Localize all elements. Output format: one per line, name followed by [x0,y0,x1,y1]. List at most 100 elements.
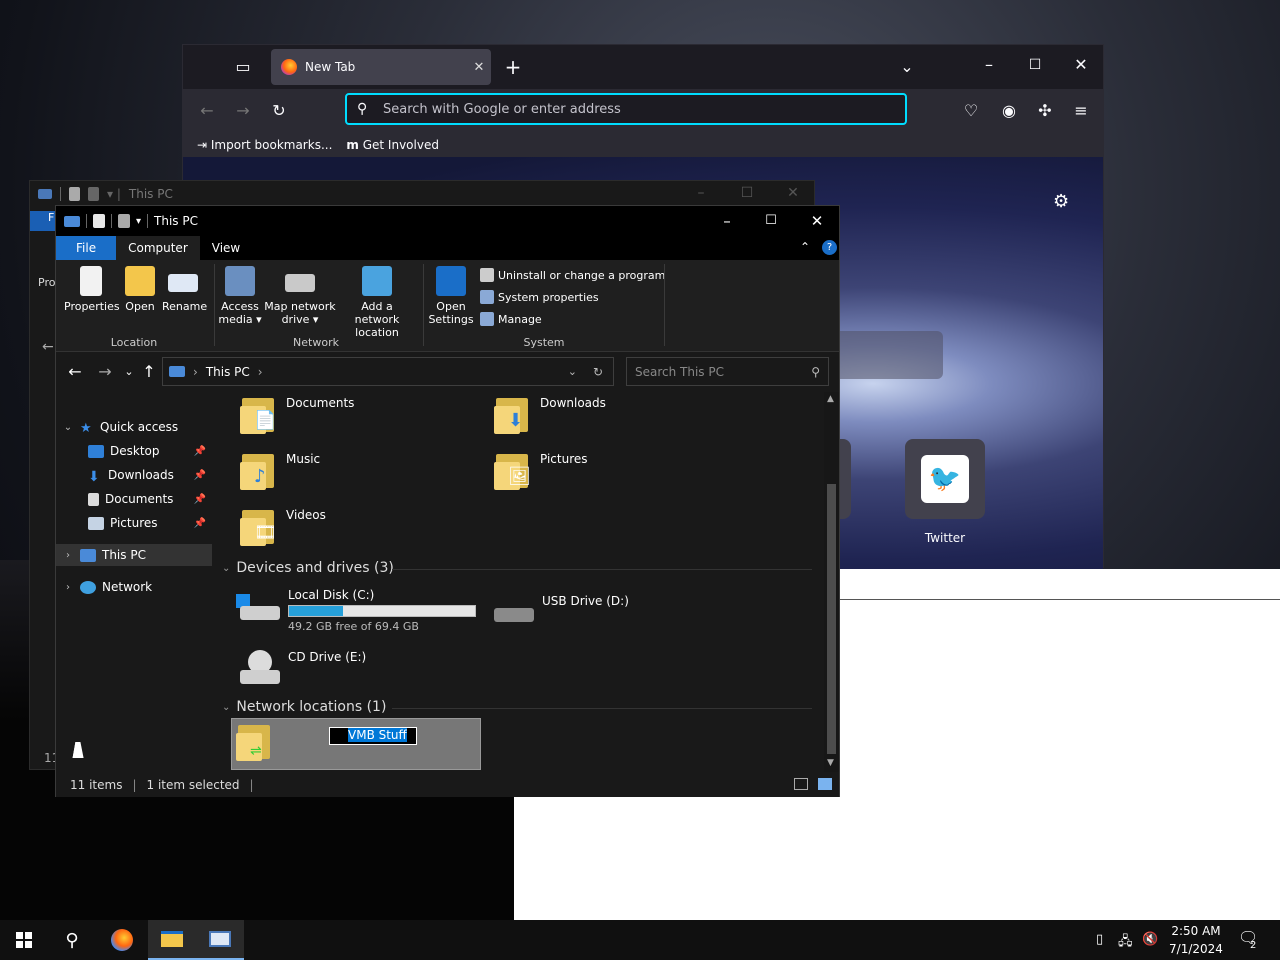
system-properties-button[interactable]: System properties [480,290,599,304]
new-tab-icon[interactable]: + [501,55,525,79]
address-bar[interactable]: › This PC › ⌄ ↻ [162,357,614,386]
folder-pictures[interactable]: 🖼 Pictures [494,452,588,490]
drive-e[interactable]: CD Drive (E:) [236,650,366,686]
star-icon: ★ [80,420,92,436]
scroll-thumb[interactable] [827,484,836,754]
minimize-icon[interactable]: – [977,53,1001,77]
map-network-drive-button[interactable]: Map network drive ▾ [264,266,336,326]
nav-pictures[interactable]: Pictures 📌 [56,512,212,534]
reload-icon[interactable]: ↻ [267,99,291,123]
details-view-icon[interactable] [794,778,808,790]
newtab-search-box[interactable] [833,331,943,379]
collapse-ribbon-icon[interactable]: ⌃ [800,240,810,254]
tab-overview-icon[interactable]: ▭ [231,55,255,79]
minimize-icon[interactable]: – [704,206,750,236]
scrollbar[interactable]: ▲ ▼ [824,392,839,772]
nav-downloads[interactable]: ⬇ Downloads 📌 [56,464,212,486]
maximize-icon[interactable]: ☐ [1023,53,1047,77]
start-button[interactable] [0,920,48,960]
add-network-location-button[interactable]: Add a network location [338,266,416,339]
forward-icon[interactable]: → [231,99,255,123]
network-tray-icon[interactable]: 🖧 [1118,932,1133,954]
new-folder-icon[interactable] [118,214,130,228]
pin-icon: 📌 [193,445,206,457]
search-icon[interactable]: ⚲ [48,920,96,960]
rename-button[interactable]: Rename [162,266,207,313]
pocket-icon[interactable]: ♡ [959,99,983,123]
taskbar-firefox[interactable] [98,920,146,960]
nav-network[interactable]: › Network [56,576,212,598]
properties-button[interactable]: Properties [64,266,120,313]
nav-this-pc[interactable]: › This PC [56,544,212,566]
folder-videos[interactable]: 🎞 Videos [240,508,326,546]
maximize-icon[interactable]: ☐ [748,206,794,236]
section-devices[interactable]: ⌄ Devices and drives (3) [222,560,812,576]
properties-icon[interactable] [93,214,105,228]
account-icon[interactable]: ◉ [997,99,1021,123]
chevron-down-icon[interactable]: ⌄ [222,563,230,574]
help-icon[interactable]: ? [822,240,837,255]
chevron-right-icon[interactable]: › [62,550,74,561]
close-icon[interactable]: ✕ [770,185,816,201]
tab-new-tab[interactable]: New Tab ✕ [271,49,491,85]
up-icon[interactable]: ↑ [138,362,160,381]
scroll-down-icon[interactable]: ▼ [827,758,834,768]
folder-music[interactable]: ♪ Music [240,452,320,490]
usb-tray-icon[interactable]: ▯ [1096,932,1103,947]
back-icon[interactable]: ← [64,362,86,381]
clock[interactable]: 2:50 AM 7/1/2024 [1166,922,1226,958]
folder-documents[interactable]: 📄 Documents [240,396,354,434]
taskbar-file-explorer[interactable] [148,920,196,960]
close-tab-icon[interactable]: ✕ [467,60,491,75]
bookmark-get-involved[interactable]: m Get Involved [346,138,439,152]
tab-view[interactable]: View [200,236,252,260]
nav-quick-access[interactable]: ⌄ ★ Quick access [56,416,212,438]
settings-gear-icon[interactable]: ⚙ [1053,191,1069,212]
network-location-item[interactable]: ⇌ VMB Stuff [231,718,481,770]
chevron-right-icon[interactable]: › [62,582,74,593]
forward-icon[interactable]: → [94,362,116,381]
tab-computer[interactable]: Computer [116,236,200,260]
menu-icon[interactable]: ≡ [1069,99,1093,123]
url-bar[interactable]: ⚲ Search with Google or enter address [345,93,907,125]
manage-button[interactable]: Manage [480,312,542,326]
close-icon[interactable]: ✕ [794,206,840,236]
nav-desktop[interactable]: Desktop 📌 [56,440,212,462]
file-explorer-icon [161,931,183,947]
nav-documents[interactable]: Documents 📌 [56,488,212,510]
customize-qat-icon[interactable]: ▾ [136,216,141,227]
file-tab[interactable]: F [30,211,56,231]
back-icon[interactable]: ← [195,99,219,123]
open-settings-button[interactable]: Open Settings [428,266,474,326]
close-icon[interactable]: ✕ [1069,53,1093,77]
access-media-button[interactable]: Access media ▾ [218,266,262,326]
breadcrumb-this-pc[interactable]: This PC [206,365,250,379]
maximize-icon[interactable]: ☐ [724,185,770,201]
list-tabs-icon[interactable]: ⌄ [895,55,919,79]
extensions-icon[interactable]: ✣ [1033,99,1057,123]
recent-locations-icon[interactable]: ⌄ [118,365,140,378]
open-button[interactable]: Open [122,266,158,313]
document-icon [88,492,99,506]
chevron-down-icon[interactable]: ⌄ [222,702,230,713]
uninstall-program-button[interactable]: Uninstall or change a program [480,268,665,282]
section-network-locations[interactable]: ⌄ Network locations (1) [222,699,812,715]
minimize-icon[interactable]: – [678,185,724,201]
bookmark-import[interactable]: ⇥ Import bookmarks... [197,138,332,152]
tab-file[interactable]: File [56,236,117,260]
taskbar-app[interactable] [196,920,244,960]
address-dropdown-icon[interactable]: ⌄ [568,365,577,378]
drive-d[interactable]: USB Drive (D:) [490,594,629,630]
large-icons-view-icon[interactable] [818,778,832,790]
chevron-down-icon[interactable]: ⌄ [62,422,74,433]
back-arrow-icon[interactable]: ← [42,339,54,355]
shortcut-tile-twitter[interactable]: 🐦 [905,439,985,519]
search-input[interactable]: Search This PC ⚲ [626,357,829,386]
refresh-icon[interactable]: ↻ [593,365,603,379]
scroll-up-icon[interactable]: ▲ [827,394,834,404]
rename-icon [168,274,198,292]
drive-c[interactable]: Local Disk (C:) 49.2 GB free of 69.4 GB [236,588,476,633]
volume-muted-icon[interactable]: 🔇 [1142,932,1158,947]
folder-downloads[interactable]: ⬇ Downloads [494,396,606,434]
rename-field[interactable]: VMB Stuff [329,727,417,745]
